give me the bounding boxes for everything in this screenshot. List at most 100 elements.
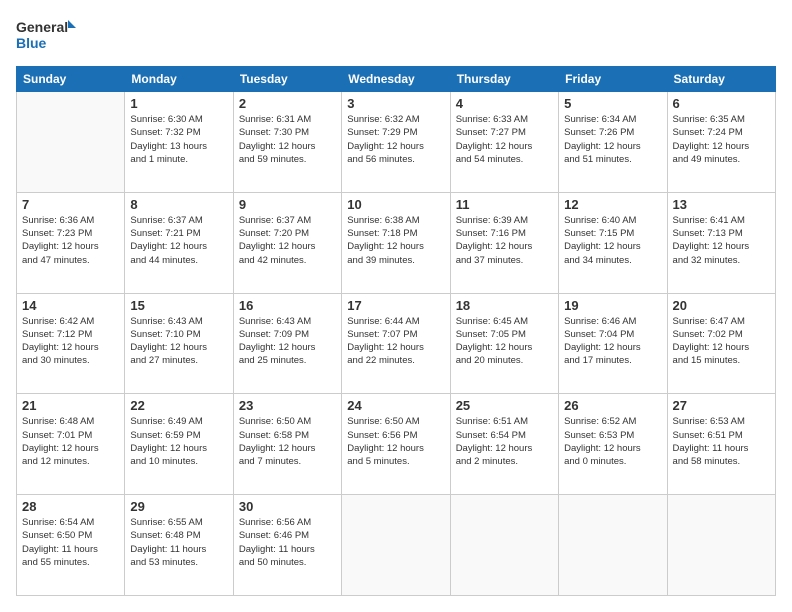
calendar-cell: 6 Sunrise: 6:35 AM Sunset: 7:24 PM Daylig… [667, 92, 775, 193]
day-info: Sunrise: 6:43 AM Sunset: 7:10 PM Dayligh… [130, 315, 227, 368]
day-number: 15 [130, 298, 227, 313]
day-info: Sunrise: 6:54 AM Sunset: 6:50 PM Dayligh… [22, 516, 119, 569]
weekday-header: Friday [559, 67, 667, 92]
day-number: 20 [673, 298, 770, 313]
day-number: 2 [239, 96, 336, 111]
day-number: 28 [22, 499, 119, 514]
day-number: 5 [564, 96, 661, 111]
calendar-cell: 21 Sunrise: 6:48 AM Sunset: 7:01 PM Dayli… [17, 394, 125, 495]
day-info: Sunrise: 6:43 AM Sunset: 7:09 PM Dayligh… [239, 315, 336, 368]
calendar-cell: 18Sunrise: 6:45 AM Sunset: 7:05 PM Dayli… [450, 293, 558, 394]
calendar-cell: 26Sunrise: 6:52 AM Sunset: 6:53 PM Dayli… [559, 394, 667, 495]
day-number: 8 [130, 197, 227, 212]
day-number: 9 [239, 197, 336, 212]
calendar-cell: 11Sunrise: 6:39 AM Sunset: 7:16 PM Dayli… [450, 192, 558, 293]
day-number: 23 [239, 398, 336, 413]
calendar-cell: 4 Sunrise: 6:33 AM Sunset: 7:27 PM Daylig… [450, 92, 558, 193]
logo: General Blue [16, 16, 76, 56]
day-info: Sunrise: 6:37 AM Sunset: 7:20 PM Dayligh… [239, 214, 336, 267]
calendar-cell: 14 Sunrise: 6:42 AM Sunset: 7:12 PM Dayli… [17, 293, 125, 394]
day-number: 7 [22, 197, 119, 212]
day-info: Sunrise: 6:45 AM Sunset: 7:05 PM Dayligh… [456, 315, 553, 368]
calendar-cell: 9 Sunrise: 6:37 AM Sunset: 7:20 PM Daylig… [233, 192, 341, 293]
day-info: Sunrise: 6:30 AM Sunset: 7:32 PM Dayligh… [130, 113, 227, 166]
day-info: Sunrise: 6:46 AM Sunset: 7:04 PM Dayligh… [564, 315, 661, 368]
calendar-cell: 3 Sunrise: 6:32 AM Sunset: 7:29 PM Daylig… [342, 92, 450, 193]
day-info: Sunrise: 6:49 AM Sunset: 6:59 PM Dayligh… [130, 415, 227, 468]
calendar-cell: 20 Sunrise: 6:47 AM Sunset: 7:02 PM Dayli… [667, 293, 775, 394]
calendar-cell [342, 495, 450, 596]
calendar-cell: 27 Sunrise: 6:53 AM Sunset: 6:51 PM Dayli… [667, 394, 775, 495]
day-number: 1 [130, 96, 227, 111]
weekday-header: Sunday [17, 67, 125, 92]
calendar-cell [667, 495, 775, 596]
calendar-cell: 1 Sunrise: 6:30 AM Sunset: 7:32 PM Daylig… [125, 92, 233, 193]
day-info: Sunrise: 6:47 AM Sunset: 7:02 PM Dayligh… [673, 315, 770, 368]
day-number: 27 [673, 398, 770, 413]
day-number: 12 [564, 197, 661, 212]
calendar-cell: 8Sunrise: 6:37 AM Sunset: 7:21 PM Daylig… [125, 192, 233, 293]
calendar-cell: 2 Sunrise: 6:31 AM Sunset: 7:30 PM Daylig… [233, 92, 341, 193]
calendar-cell: 13 Sunrise: 6:41 AM Sunset: 7:13 PM Dayli… [667, 192, 775, 293]
day-info: Sunrise: 6:51 AM Sunset: 6:54 PM Dayligh… [456, 415, 553, 468]
day-number: 24 [347, 398, 444, 413]
day-info: Sunrise: 6:41 AM Sunset: 7:13 PM Dayligh… [673, 214, 770, 267]
day-number: 6 [673, 96, 770, 111]
day-info: Sunrise: 6:42 AM Sunset: 7:12 PM Dayligh… [22, 315, 119, 368]
weekday-header: Thursday [450, 67, 558, 92]
day-info: Sunrise: 6:34 AM Sunset: 7:26 PM Dayligh… [564, 113, 661, 166]
day-info: Sunrise: 6:35 AM Sunset: 7:24 PM Dayligh… [673, 113, 770, 166]
calendar-cell [450, 495, 558, 596]
day-info: Sunrise: 6:40 AM Sunset: 7:15 PM Dayligh… [564, 214, 661, 267]
calendar-cell: 30 Sunrise: 6:56 AM Sunset: 6:46 PM Dayli… [233, 495, 341, 596]
day-number: 29 [130, 499, 227, 514]
calendar-cell: 22 Sunrise: 6:49 AM Sunset: 6:59 PM Dayli… [125, 394, 233, 495]
calendar-cell: 12 Sunrise: 6:40 AM Sunset: 7:15 PM Dayli… [559, 192, 667, 293]
day-number: 14 [22, 298, 119, 313]
calendar-cell: 19 Sunrise: 6:46 AM Sunset: 7:04 PM Dayli… [559, 293, 667, 394]
svg-text:Blue: Blue [16, 35, 47, 51]
page-header: General Blue [16, 16, 776, 56]
day-info: Sunrise: 6:55 AM Sunset: 6:48 PM Dayligh… [130, 516, 227, 569]
day-info: Sunrise: 6:52 AM Sunset: 6:53 PM Dayligh… [564, 415, 661, 468]
day-info: Sunrise: 6:38 AM Sunset: 7:18 PM Dayligh… [347, 214, 444, 267]
day-info: Sunrise: 6:32 AM Sunset: 7:29 PM Dayligh… [347, 113, 444, 166]
day-info: Sunrise: 6:31 AM Sunset: 7:30 PM Dayligh… [239, 113, 336, 166]
weekday-header: Wednesday [342, 67, 450, 92]
calendar-cell [559, 495, 667, 596]
calendar-cell: 29 Sunrise: 6:55 AM Sunset: 6:48 PM Dayli… [125, 495, 233, 596]
calendar-cell: 10 Sunrise: 6:38 AM Sunset: 7:18 PM Dayli… [342, 192, 450, 293]
day-info: Sunrise: 6:39 AM Sunset: 7:16 PM Dayligh… [456, 214, 553, 267]
calendar-cell: 24 Sunrise: 6:50 AM Sunset: 6:56 PM Dayli… [342, 394, 450, 495]
calendar-cell [17, 92, 125, 193]
calendar-cell: 15 Sunrise: 6:43 AM Sunset: 7:10 PM Dayli… [125, 293, 233, 394]
calendar-cell: 17 Sunrise: 6:44 AM Sunset: 7:07 PM Dayli… [342, 293, 450, 394]
day-number: 4 [456, 96, 553, 111]
day-info: Sunrise: 6:33 AM Sunset: 7:27 PM Dayligh… [456, 113, 553, 166]
day-number: 19 [564, 298, 661, 313]
calendar-cell: 25Sunrise: 6:51 AM Sunset: 6:54 PM Dayli… [450, 394, 558, 495]
calendar-cell: 5 Sunrise: 6:34 AM Sunset: 7:26 PM Daylig… [559, 92, 667, 193]
day-info: Sunrise: 6:53 AM Sunset: 6:51 PM Dayligh… [673, 415, 770, 468]
calendar-cell: 23 Sunrise: 6:50 AM Sunset: 6:58 PM Dayli… [233, 394, 341, 495]
day-number: 16 [239, 298, 336, 313]
day-info: Sunrise: 6:36 AM Sunset: 7:23 PM Dayligh… [22, 214, 119, 267]
day-number: 17 [347, 298, 444, 313]
day-info: Sunrise: 6:50 AM Sunset: 6:58 PM Dayligh… [239, 415, 336, 468]
day-number: 3 [347, 96, 444, 111]
day-number: 21 [22, 398, 119, 413]
day-number: 30 [239, 499, 336, 514]
day-info: Sunrise: 6:56 AM Sunset: 6:46 PM Dayligh… [239, 516, 336, 569]
logo-svg: General Blue [16, 16, 76, 56]
weekday-header: Saturday [667, 67, 775, 92]
day-info: Sunrise: 6:48 AM Sunset: 7:01 PM Dayligh… [22, 415, 119, 468]
day-number: 22 [130, 398, 227, 413]
day-info: Sunrise: 6:50 AM Sunset: 6:56 PM Dayligh… [347, 415, 444, 468]
svg-text:General: General [16, 19, 68, 35]
calendar-table: SundayMondayTuesdayWednesdayThursdayFrid… [16, 66, 776, 596]
day-number: 10 [347, 197, 444, 212]
day-number: 13 [673, 197, 770, 212]
calendar-cell: 16 Sunrise: 6:43 AM Sunset: 7:09 PM Dayli… [233, 293, 341, 394]
day-info: Sunrise: 6:44 AM Sunset: 7:07 PM Dayligh… [347, 315, 444, 368]
calendar-cell: 28 Sunrise: 6:54 AM Sunset: 6:50 PM Dayli… [17, 495, 125, 596]
